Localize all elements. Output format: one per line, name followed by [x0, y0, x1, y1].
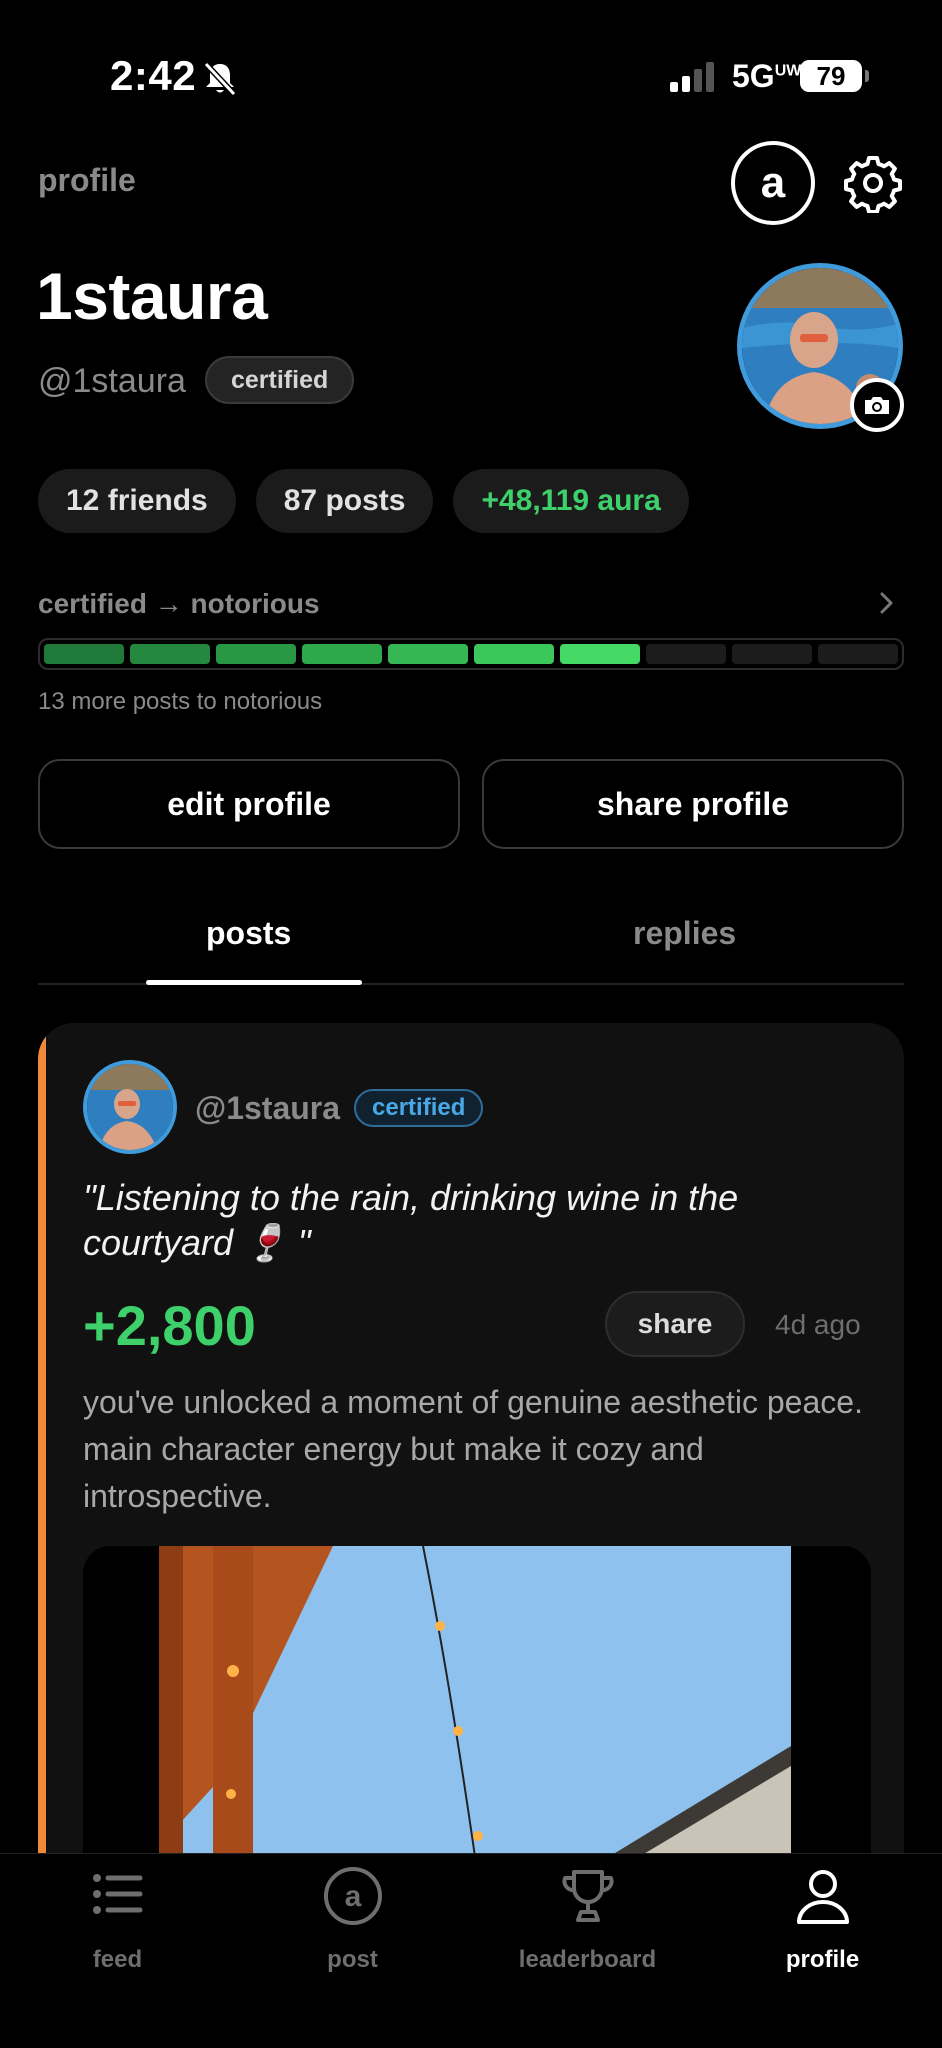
edit-profile-button[interactable]: edit profile [38, 759, 460, 849]
network-label: 5GUW [732, 58, 802, 94]
post-author-handle[interactable]: @1staura [195, 1090, 340, 1127]
progress-segment-filled [474, 644, 554, 664]
post-aura-score: +2,800 [83, 1294, 256, 1357]
profile-stats: 12 friends 87 posts +48,119 aura [38, 469, 689, 533]
progress-segment-filled [560, 644, 640, 664]
active-tab-indicator [146, 980, 362, 985]
trophy-icon [561, 1870, 614, 1922]
nav-post[interactable]: a post [235, 1854, 470, 1994]
progress-segment-filled [44, 644, 124, 664]
status-bar: 2:42 5GUW 79 [0, 0, 942, 150]
nav-leaderboard-label: leaderboard [518, 1946, 657, 1973]
post-text: "Listening to the rain, drinking wine in… [83, 1177, 739, 1263]
tab-replies[interactable]: replies [633, 915, 736, 952]
tab-posts[interactable]: posts [206, 915, 291, 952]
aura-logo-icon: a [323, 1867, 382, 1925]
progress-segment-empty [818, 644, 898, 664]
nav-post-label: post [327, 1946, 378, 1973]
progress-segment-filled [130, 644, 210, 664]
profile-handle: @1staura [38, 362, 186, 400]
battery-indicator: 79 [800, 60, 869, 92]
post-avatar-photo [87, 1064, 173, 1150]
nav-feed-label: feed [92, 1946, 143, 1973]
display-name: 1staura [36, 259, 268, 333]
progress-segment-filled [216, 644, 296, 664]
chevron-right-icon[interactable] [876, 588, 898, 618]
person-icon [796, 1870, 849, 1924]
posts-count-button[interactable]: 87 posts [255, 469, 434, 533]
aura-logo-letter: a [760, 158, 786, 207]
camera-icon[interactable] [850, 378, 904, 432]
status-time: 2:42 [110, 52, 197, 99]
post-rank-badge: certified [354, 1089, 484, 1127]
progress-segment-filled [388, 644, 468, 664]
rank-progress-caption: 13 more posts to notorious [38, 688, 323, 715]
bottom-nav: feed a post leaderboard profile [0, 1853, 942, 2048]
nav-profile[interactable]: profile [705, 1854, 940, 1994]
progress-segment-empty [732, 644, 812, 664]
post-ai-verdict: you've unlocked a moment of genuine aest… [83, 1384, 863, 1514]
signal-icon [670, 62, 714, 92]
list-icon [92, 1874, 142, 1914]
bell-off-icon [203, 61, 237, 97]
page-title: profile [38, 162, 136, 198]
friends-count-button[interactable]: 12 friends [38, 469, 236, 533]
post-timestamp: 4d ago [775, 1309, 861, 1340]
aura-score-pill[interactable]: +48,119 aura [453, 469, 689, 533]
post-share-button[interactable]: share [605, 1291, 745, 1357]
rank-progress-title[interactable]: certified → notorious [38, 588, 320, 620]
nav-feed[interactable]: feed [0, 1854, 235, 1994]
gear-icon[interactable] [843, 153, 903, 213]
rank-progress-bar [38, 638, 904, 670]
aura-logo-button[interactable]: a [731, 141, 815, 225]
rank-badge: certified [205, 356, 355, 404]
progress-segment-filled [302, 644, 382, 664]
svg-text:a: a [344, 1880, 361, 1913]
nav-leaderboard[interactable]: leaderboard [470, 1854, 705, 1994]
share-profile-button[interactable]: share profile [482, 759, 904, 849]
nav-profile-label: profile [785, 1946, 860, 1973]
progress-segment-empty [646, 644, 726, 664]
post-avatar[interactable] [83, 1060, 177, 1154]
